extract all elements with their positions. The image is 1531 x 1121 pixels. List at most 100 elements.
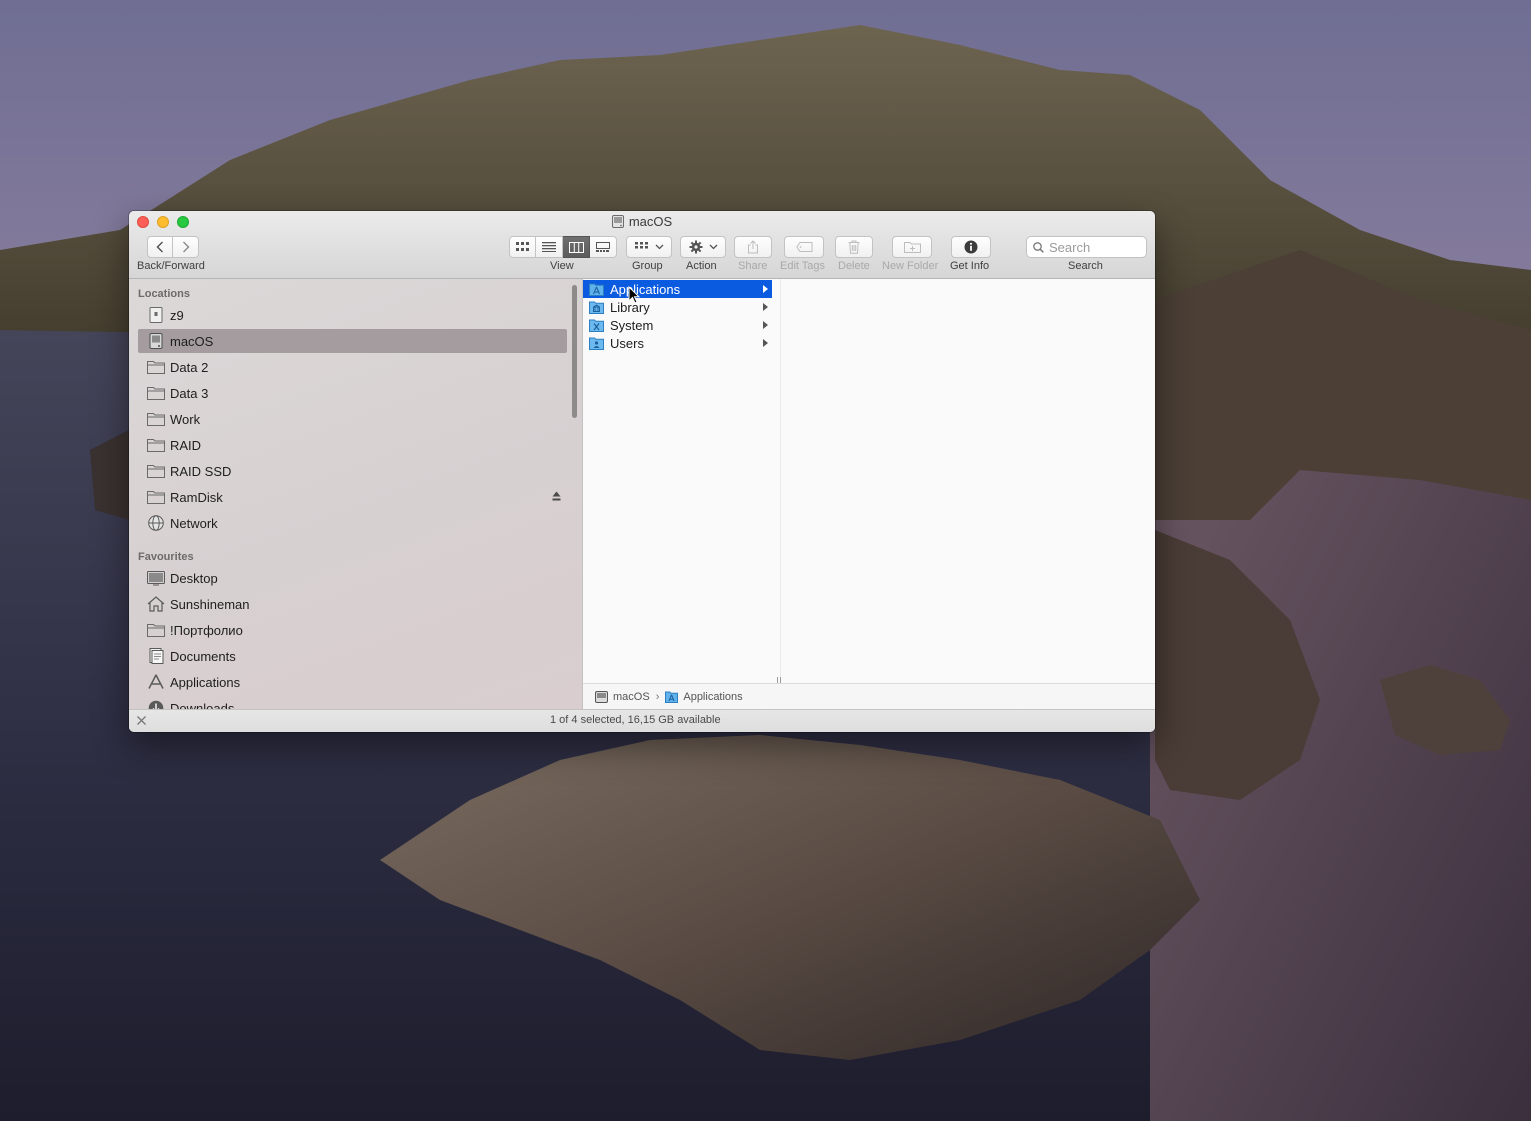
toolbar: macOS Back/Forward View Group Action Sha… [129,211,1155,279]
tag-icon [795,242,812,252]
internal-drive-icon [611,215,624,228]
action-label: Action [686,260,717,272]
close-icon[interactable] [136,715,147,726]
sidebar-item-macos[interactable]: macOS [138,329,567,353]
action-control [680,236,726,258]
sidebar-item-label: macOS [170,333,214,349]
disclosure-arrow-icon [763,339,768,347]
sidebar-favourites-header: Favourites [138,551,194,563]
sidebar-item-label: Applications [170,674,241,690]
sidebar-item-label: Network [170,515,218,531]
sidebar-item-work[interactable]: Work [138,407,567,431]
group-label: Group [632,260,663,272]
sidebar-item-ramdisk[interactable]: RamDisk [138,485,567,509]
desktop-icon [147,571,165,586]
downloads-icon [148,700,164,709]
disclosure-arrow-icon [763,303,768,311]
column-item-library[interactable]: Library [583,298,772,316]
action-button[interactable] [680,236,726,258]
gallery-view-button[interactable] [590,236,617,258]
home-icon [147,596,165,612]
sidebar-item-label: RAID [170,437,202,453]
sidebar-item-documents[interactable]: Documents [138,644,567,668]
column-item-label: Applications [610,281,681,297]
sidebar-item-downloads[interactable]: Downloads [138,696,567,709]
new-folder-control [892,236,932,258]
library-folder-icon [589,301,604,314]
sidebar-item-network[interactable]: Network [138,511,567,535]
sidebar-item-raid[interactable]: RAID [138,433,567,457]
share-button[interactable] [734,236,772,258]
sidebar-item-z9[interactable]: z9 [138,303,567,327]
new-folder-label: New Folder [882,260,939,272]
new-folder-button[interactable] [892,236,932,258]
sidebar-item-label: z9 [170,307,184,323]
path-segment-applications[interactable]: Applications [683,691,742,703]
users-folder-icon [589,337,604,350]
folder-icon [147,491,165,504]
status-text: 1 of 4 selected, 16,15 GB available [550,714,721,726]
edit-tags-button[interactable] [784,236,824,258]
sidebar-item-label: Downloads [170,700,235,710]
list-view-button[interactable] [536,236,563,258]
window-title: macOS [129,214,1155,229]
search-field[interactable] [1026,236,1147,258]
group-button[interactable] [626,236,672,258]
sidebar-item-portfolio[interactable]: !Портфолио [138,618,567,642]
internal-drive-icon [595,690,608,703]
column-item-system[interactable]: System [583,316,772,334]
search-input[interactable] [1044,238,1146,256]
new-folder-icon [903,242,921,253]
get-info-button[interactable] [951,236,991,258]
path-segment-macos[interactable]: macOS [613,691,650,703]
applications-folder-icon [589,283,604,296]
folder-icon [147,361,165,374]
sidebar-scrollbar[interactable] [572,285,577,418]
back-button[interactable] [147,236,173,258]
trash-icon [848,240,860,254]
folder-icon [147,465,165,478]
mouse-pointer-icon [628,286,640,304]
network-globe-icon [148,515,164,531]
view-segmented-control [509,236,617,258]
column-item-applications[interactable]: Applications [583,280,772,298]
get-info-label: Get Info [950,260,990,272]
folder-icon [147,439,165,452]
list-icon [542,242,556,252]
icon-view-button[interactable] [509,236,536,258]
sidebar-item-desktop[interactable]: Desktop [138,566,567,590]
sidebar-item-label: Data 2 [170,359,209,375]
grid-icon [515,242,529,251]
chevron-right-icon [182,241,189,253]
column-resize-handle[interactable] [777,671,783,684]
delete-label: Delete [838,260,870,272]
sidebar-item-data-2[interactable]: Data 2 [138,355,567,379]
column-view-button[interactable] [563,236,590,258]
eject-icon[interactable] [552,491,561,501]
sidebar-item-label: RAID SSD [170,463,232,479]
internal-drive-icon [149,333,163,349]
column-item-users[interactable]: Users [583,334,772,352]
chevron-down-icon [709,244,717,250]
group-grid-icon [634,242,648,249]
path-bar: macOS › Applications [583,683,1155,709]
share-control [734,236,772,258]
documents-icon [149,648,164,664]
sidebar-item-raid-ssd[interactable]: RAID SSD [138,459,567,483]
group-control [626,236,672,258]
delete-button[interactable] [835,236,873,258]
sidebar-item-label: Data 3 [170,385,209,401]
sidebar-item-sunshineman[interactable]: Sunshineman [138,592,567,616]
sidebar-item-label: Sunshineman [170,596,250,612]
sidebar-item-label: Work [170,411,201,427]
folder-icon [147,387,165,400]
forward-button[interactable] [173,236,199,258]
get-info-control [951,236,991,258]
drive-icon [149,307,163,323]
sidebar-item-data-3[interactable]: Data 3 [138,381,567,405]
search-label: Search [1068,260,1103,272]
sidebar-item-applications[interactable]: Applications [138,670,567,694]
finder-window: macOS Back/Forward View Group Action Sha… [129,211,1155,732]
sidebar-item-label: Desktop [170,570,218,586]
status-bar: 1 of 4 selected, 16,15 GB available [129,709,1155,732]
